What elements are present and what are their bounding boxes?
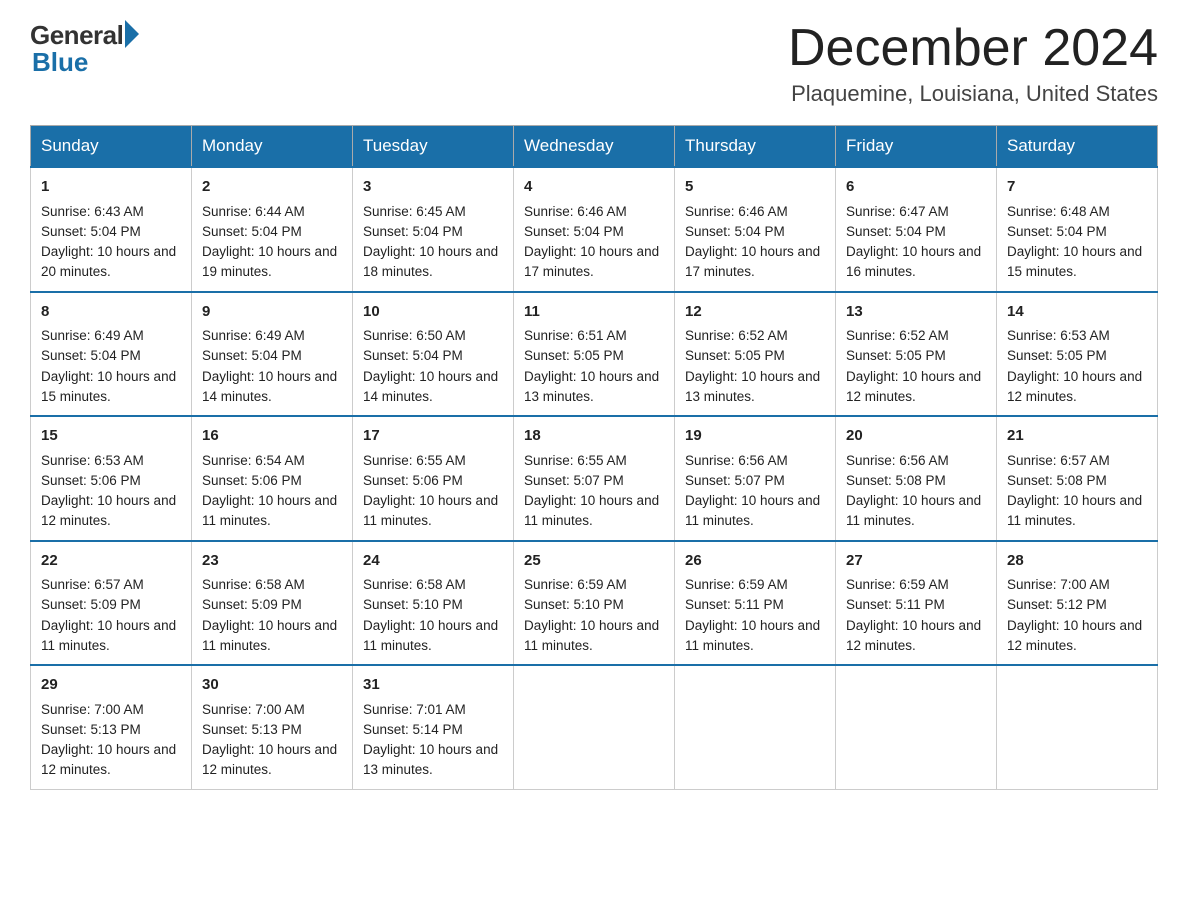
calendar-cell: 12Sunrise: 6:52 AMSunset: 5:05 PMDayligh… (675, 292, 836, 417)
week-row-1: 1Sunrise: 6:43 AMSunset: 5:04 PMDaylight… (31, 167, 1158, 292)
weekday-header-saturday: Saturday (997, 126, 1158, 168)
calendar-cell: 24Sunrise: 6:58 AMSunset: 5:10 PMDayligh… (353, 541, 514, 666)
calendar-cell: 14Sunrise: 6:53 AMSunset: 5:05 PMDayligh… (997, 292, 1158, 417)
day-number: 3 (363, 176, 503, 199)
day-number: 20 (846, 425, 986, 448)
calendar-cell: 29Sunrise: 7:00 AMSunset: 5:13 PMDayligh… (31, 665, 192, 789)
day-number: 27 (846, 550, 986, 573)
day-number: 14 (1007, 301, 1147, 324)
calendar-cell: 13Sunrise: 6:52 AMSunset: 5:05 PMDayligh… (836, 292, 997, 417)
calendar-cell: 7Sunrise: 6:48 AMSunset: 5:04 PMDaylight… (997, 167, 1158, 292)
calendar-cell: 17Sunrise: 6:55 AMSunset: 5:06 PMDayligh… (353, 416, 514, 541)
day-number: 26 (685, 550, 825, 573)
day-number: 21 (1007, 425, 1147, 448)
weekday-header-friday: Friday (836, 126, 997, 168)
calendar-cell: 3Sunrise: 6:45 AMSunset: 5:04 PMDaylight… (353, 167, 514, 292)
day-number: 30 (202, 674, 342, 697)
weekday-header-wednesday: Wednesday (514, 126, 675, 168)
weekday-header-tuesday: Tuesday (353, 126, 514, 168)
calendar-cell: 30Sunrise: 7:00 AMSunset: 5:13 PMDayligh… (192, 665, 353, 789)
day-number: 2 (202, 176, 342, 199)
week-row-2: 8Sunrise: 6:49 AMSunset: 5:04 PMDaylight… (31, 292, 1158, 417)
day-number: 31 (363, 674, 503, 697)
calendar-cell: 8Sunrise: 6:49 AMSunset: 5:04 PMDaylight… (31, 292, 192, 417)
day-number: 15 (41, 425, 181, 448)
logo-triangle-icon (125, 20, 139, 48)
calendar-location: Plaquemine, Louisiana, United States (788, 81, 1158, 107)
calendar-cell: 21Sunrise: 6:57 AMSunset: 5:08 PMDayligh… (997, 416, 1158, 541)
week-row-5: 29Sunrise: 7:00 AMSunset: 5:13 PMDayligh… (31, 665, 1158, 789)
day-number: 10 (363, 301, 503, 324)
calendar-cell: 1Sunrise: 6:43 AMSunset: 5:04 PMDaylight… (31, 167, 192, 292)
calendar-table: SundayMondayTuesdayWednesdayThursdayFrid… (30, 125, 1158, 790)
calendar-title: December 2024 (788, 20, 1158, 77)
logo: General Blue (30, 20, 139, 78)
calendar-cell: 25Sunrise: 6:59 AMSunset: 5:10 PMDayligh… (514, 541, 675, 666)
calendar-cell: 22Sunrise: 6:57 AMSunset: 5:09 PMDayligh… (31, 541, 192, 666)
calendar-cell: 26Sunrise: 6:59 AMSunset: 5:11 PMDayligh… (675, 541, 836, 666)
calendar-cell: 15Sunrise: 6:53 AMSunset: 5:06 PMDayligh… (31, 416, 192, 541)
calendar-cell: 11Sunrise: 6:51 AMSunset: 5:05 PMDayligh… (514, 292, 675, 417)
day-number: 25 (524, 550, 664, 573)
calendar-cell: 9Sunrise: 6:49 AMSunset: 5:04 PMDaylight… (192, 292, 353, 417)
weekday-header-monday: Monday (192, 126, 353, 168)
calendar-cell: 31Sunrise: 7:01 AMSunset: 5:14 PMDayligh… (353, 665, 514, 789)
calendar-cell: 20Sunrise: 6:56 AMSunset: 5:08 PMDayligh… (836, 416, 997, 541)
calendar-cell: 4Sunrise: 6:46 AMSunset: 5:04 PMDaylight… (514, 167, 675, 292)
day-number: 1 (41, 176, 181, 199)
weekday-header-thursday: Thursday (675, 126, 836, 168)
title-block: December 2024 Plaquemine, Louisiana, Uni… (788, 20, 1158, 107)
calendar-cell: 18Sunrise: 6:55 AMSunset: 5:07 PMDayligh… (514, 416, 675, 541)
calendar-cell: 2Sunrise: 6:44 AMSunset: 5:04 PMDaylight… (192, 167, 353, 292)
calendar-cell: 5Sunrise: 6:46 AMSunset: 5:04 PMDaylight… (675, 167, 836, 292)
page-header: General Blue December 2024 Plaquemine, L… (30, 20, 1158, 107)
calendar-cell: 28Sunrise: 7:00 AMSunset: 5:12 PMDayligh… (997, 541, 1158, 666)
calendar-header-row: SundayMondayTuesdayWednesdayThursdayFrid… (31, 126, 1158, 168)
day-number: 6 (846, 176, 986, 199)
weekday-header-sunday: Sunday (31, 126, 192, 168)
day-number: 13 (846, 301, 986, 324)
calendar-cell (514, 665, 675, 789)
calendar-cell: 10Sunrise: 6:50 AMSunset: 5:04 PMDayligh… (353, 292, 514, 417)
day-number: 23 (202, 550, 342, 573)
logo-blue-text: Blue (32, 47, 88, 78)
day-number: 4 (524, 176, 664, 199)
calendar-cell: 6Sunrise: 6:47 AMSunset: 5:04 PMDaylight… (836, 167, 997, 292)
day-number: 19 (685, 425, 825, 448)
calendar-cell: 19Sunrise: 6:56 AMSunset: 5:07 PMDayligh… (675, 416, 836, 541)
calendar-cell: 16Sunrise: 6:54 AMSunset: 5:06 PMDayligh… (192, 416, 353, 541)
week-row-4: 22Sunrise: 6:57 AMSunset: 5:09 PMDayligh… (31, 541, 1158, 666)
calendar-cell (836, 665, 997, 789)
day-number: 18 (524, 425, 664, 448)
day-number: 24 (363, 550, 503, 573)
day-number: 17 (363, 425, 503, 448)
calendar-cell: 27Sunrise: 6:59 AMSunset: 5:11 PMDayligh… (836, 541, 997, 666)
day-number: 16 (202, 425, 342, 448)
day-number: 29 (41, 674, 181, 697)
day-number: 7 (1007, 176, 1147, 199)
day-number: 5 (685, 176, 825, 199)
week-row-3: 15Sunrise: 6:53 AMSunset: 5:06 PMDayligh… (31, 416, 1158, 541)
day-number: 9 (202, 301, 342, 324)
day-number: 11 (524, 301, 664, 324)
day-number: 12 (685, 301, 825, 324)
day-number: 8 (41, 301, 181, 324)
day-number: 22 (41, 550, 181, 573)
day-number: 28 (1007, 550, 1147, 573)
calendar-cell: 23Sunrise: 6:58 AMSunset: 5:09 PMDayligh… (192, 541, 353, 666)
calendar-cell (997, 665, 1158, 789)
calendar-cell (675, 665, 836, 789)
